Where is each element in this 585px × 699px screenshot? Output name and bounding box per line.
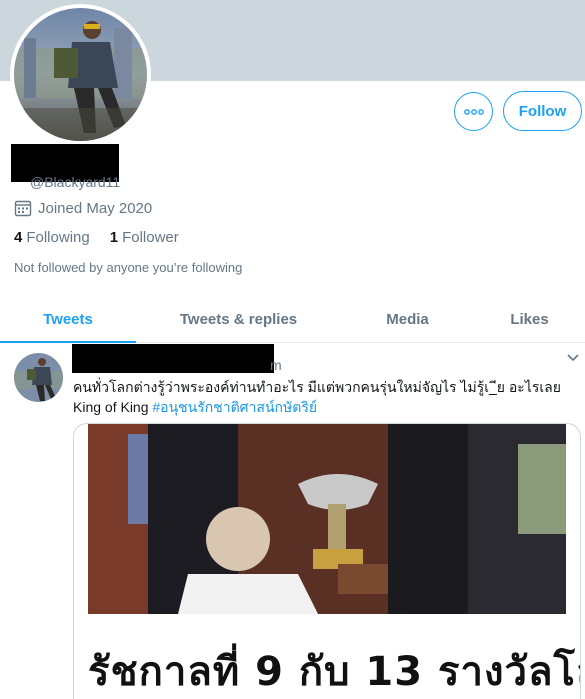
avatar-image [14,8,147,141]
more-dots-icon [463,108,484,115]
tweet-media[interactable]: รัชกาลที่ 9 กับ 13 รางวัลโลก : [73,423,581,699]
calendar-icon [14,200,32,217]
chevron-down-icon[interactable] [566,353,580,363]
hashtag-link[interactable]: #อนุชนรักชาติศาสน์กษัตริย์ [152,399,317,415]
tweet-header-tail: m [270,357,282,373]
tab-likes[interactable]: Likes [474,296,585,342]
tweet-avatar[interactable] [14,353,63,402]
following-link[interactable]: 4 Following [14,229,90,246]
not-followed-note: Not followed by anyone you’re following [14,260,243,275]
profile-avatar[interactable] [10,4,151,145]
tab-tweets-replies[interactable]: Tweets & replies [136,296,341,342]
profile-handle: @Blackyard11 [30,174,121,190]
media-headline: รัชกาลที่ 9 กับ 13 รางวัลโลก : [88,649,580,695]
tweet-text: คนทั่วโลกต่างรู้ว่าพระองค์ท่านทำอะไร มีแ… [73,377,578,417]
joined-date: Joined May 2020 [14,199,152,217]
tweet-text-line2: King of King #อนุชนรักชาติศาสน์กษัตริย์ [73,399,318,415]
tab-tweets[interactable]: Tweets [0,296,136,343]
more-options-button[interactable] [454,92,493,131]
tweet-text-line1: คนทั่วโลกต่างรู้ว่าพระองค์ท่านทำอะไร มีแ… [73,379,561,395]
profile-tabs: Tweets Tweets & replies Media Likes [0,296,585,343]
follow-button[interactable]: Follow [503,91,582,131]
followers-link[interactable]: 1 Follower [110,229,179,246]
follow-stats: 4 Following 1 Follower [14,229,179,246]
tweet-author-redacted[interactable] [72,344,274,373]
tweet[interactable]: m คนทั่วโลกต่างรู้ว่าพระองค์ท่านทำอะไร ม… [0,343,585,699]
tweet-photo [88,424,566,614]
tab-media[interactable]: Media [341,296,474,342]
joined-text: Joined May 2020 [38,199,153,217]
